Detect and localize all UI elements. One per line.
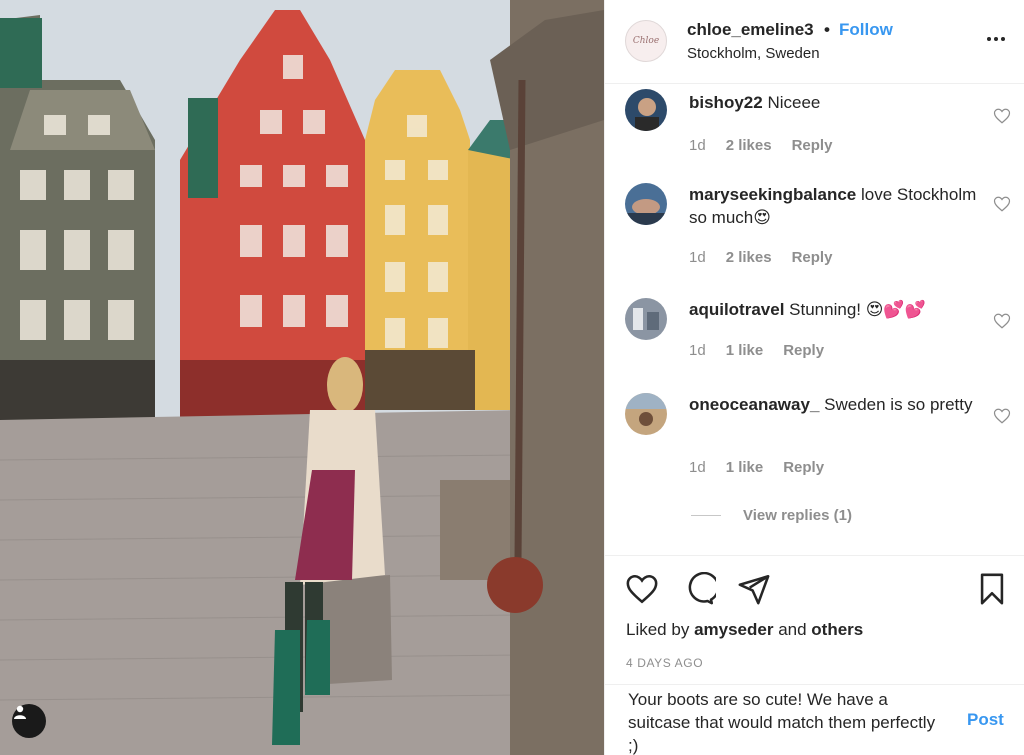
- separator-dot: •: [824, 20, 830, 39]
- comment-time: 1d: [689, 342, 706, 359]
- comment-time: 1d: [689, 137, 706, 154]
- comment-like-heart-icon[interactable]: [993, 195, 1011, 213]
- view-replies-divider: [691, 515, 721, 516]
- view-replies-button[interactable]: View replies (1): [691, 507, 852, 524]
- comment-author[interactable]: maryseekingbalance: [689, 185, 856, 204]
- comment-text: bishoy22 Niceee: [689, 91, 979, 114]
- comment-reply-button[interactable]: Reply: [792, 137, 833, 154]
- liked-by-text: Liked by amyseder and others: [626, 620, 863, 640]
- post-actions: Liked by amyseder and others 4 DAYS AGO: [605, 555, 1024, 685]
- author-avatar[interactable]: Chloe: [625, 20, 667, 62]
- comment-like-heart-icon[interactable]: [993, 107, 1011, 125]
- comment-reply-button[interactable]: Reply: [783, 342, 824, 359]
- photo-illustration: [0, 0, 604, 755]
- comment-body: Sweden is so pretty: [824, 395, 973, 414]
- comment-meta: 1d 2 likes Reply: [689, 137, 852, 154]
- comment-body: Stunning! 😍💕💕: [789, 300, 926, 319]
- liked-by-prefix: Liked by: [626, 620, 690, 639]
- comment-like-heart-icon[interactable]: [993, 407, 1011, 425]
- heart-icon[interactable]: [625, 572, 659, 606]
- comment-author[interactable]: aquilotravel: [689, 300, 784, 319]
- liked-by-others[interactable]: others: [811, 620, 863, 639]
- commenter-avatar[interactable]: [625, 393, 667, 435]
- comment-text: aquilotravel Stunning! 😍💕💕: [689, 298, 979, 321]
- comment-composer: Your boots are so cute! We have a suitca…: [605, 684, 1024, 755]
- comment-time: 1d: [689, 249, 706, 266]
- bookmark-icon[interactable]: [975, 572, 1009, 606]
- post-comment-button[interactable]: Post: [967, 710, 1004, 730]
- comment-author[interactable]: oneoceanaway_: [689, 395, 819, 414]
- commenter-avatar[interactable]: [625, 298, 667, 340]
- post-side-panel: Chloe chloe_emeline3 • Follow Stockholm,…: [604, 0, 1024, 755]
- comment-reply-button[interactable]: Reply: [792, 249, 833, 266]
- more-options-icon[interactable]: [983, 26, 1009, 52]
- commenter-avatar[interactable]: [625, 183, 667, 225]
- comment-author[interactable]: bishoy22: [689, 93, 763, 112]
- view-replies-label: View replies (1): [743, 507, 852, 524]
- comment-like-heart-icon[interactable]: [993, 312, 1011, 330]
- commenter-avatar[interactable]: [625, 89, 667, 131]
- follow-button[interactable]: Follow: [839, 20, 893, 40]
- instagram-post-view: Chloe chloe_emeline3 • Follow Stockholm,…: [0, 0, 1024, 755]
- comment-icon[interactable]: [682, 572, 716, 606]
- comment-text: oneoceanaway_ Sweden is so pretty: [689, 393, 979, 416]
- comment-text: maryseekingbalance love Stockholm so muc…: [689, 183, 979, 229]
- post-header: Chloe chloe_emeline3 • Follow Stockholm,…: [605, 0, 1024, 84]
- tagged-user-icon[interactable]: [12, 704, 46, 738]
- post-timestamp[interactable]: 4 DAYS AGO: [626, 656, 703, 670]
- share-icon[interactable]: [737, 572, 771, 606]
- author-username[interactable]: chloe_emeline3: [687, 20, 814, 40]
- comments-list[interactable]: bishoy22 Niceee 1d 2 likes Reply marysee…: [605, 85, 1024, 555]
- comment-likes[interactable]: 1 like: [726, 459, 764, 476]
- comment-time: 1d: [689, 459, 706, 476]
- comment-meta: 1d 2 likes Reply: [689, 249, 852, 266]
- comment-body: Niceee: [767, 93, 821, 112]
- comment-reply-button[interactable]: Reply: [783, 459, 824, 476]
- comment-meta: 1d 1 like Reply: [689, 342, 844, 359]
- liked-by-user[interactable]: amyseder: [694, 620, 773, 639]
- comment-meta: 1d 1 like Reply: [689, 459, 844, 476]
- comment-likes[interactable]: 2 likes: [726, 249, 772, 266]
- comment-likes[interactable]: 2 likes: [726, 137, 772, 154]
- post-photo[interactable]: [0, 0, 604, 755]
- comment-likes[interactable]: 1 like: [726, 342, 764, 359]
- liked-by-and: and: [778, 620, 807, 639]
- comment-input[interactable]: Your boots are so cute! We have a suitca…: [628, 688, 948, 755]
- author-avatar-text: Chloe: [632, 36, 660, 46]
- post-location[interactable]: Stockholm, Sweden: [687, 45, 820, 62]
